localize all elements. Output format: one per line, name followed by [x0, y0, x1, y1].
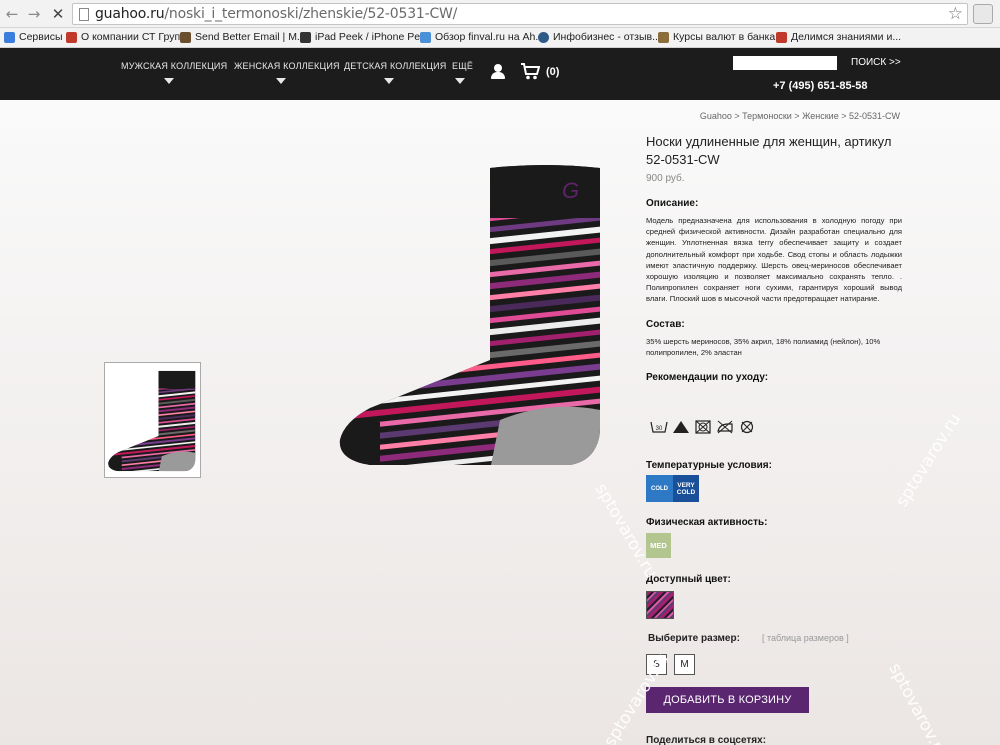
no-tumble-dry-icon [695, 420, 711, 434]
bookmark-item[interactable]: Инфобизнес - отзыв... [538, 31, 661, 43]
stop-icon[interactable]: ✕ [49, 5, 67, 23]
apps-icon [4, 31, 15, 43]
sock-thumbnail-image [108, 370, 196, 472]
size-table-link[interactable]: [ таблица размеров ] [762, 633, 849, 643]
brand-logo-icon: G [562, 178, 579, 203]
care-icons: 30 [650, 420, 756, 434]
bookmark-item[interactable]: Курсы валют в банка... [658, 31, 784, 43]
nav-women-collection[interactable]: ЖЕНСКАЯ КОЛЛЕКЦИЯ [234, 61, 340, 71]
page-icon [79, 8, 89, 21]
site-icon [300, 31, 311, 43]
wash-30-icon: 30 [650, 421, 668, 433]
size-button-m[interactable]: M [674, 654, 695, 675]
url-text[interactable]: guahoo.ru/noski_i_termonoski/zhenskie/52… [95, 6, 457, 22]
size-heading: Выберите размер: [648, 633, 740, 644]
search-input[interactable] [733, 56, 837, 70]
temperature-badge: COLD VERY COLD [646, 475, 699, 502]
composition-text: 35% шерсть мериносов, 35% акрил, 18% пол… [646, 336, 881, 357]
bookmark-label: Делимся знаниями и... [791, 31, 902, 43]
bookmark-item[interactable]: Делимся знаниями и... [776, 31, 901, 43]
bookmark-item[interactable]: Send Better Email | M... [180, 31, 306, 43]
product-info: Носки удлиненные для женщин, артикул 52-… [646, 133, 902, 383]
site-icon [66, 31, 77, 43]
nav-more[interactable]: ЕЩЁ [452, 61, 473, 71]
back-icon[interactable]: ← [3, 5, 21, 23]
temp-very-cold-badge: VERY COLD [673, 475, 699, 502]
cart-icon[interactable] [520, 62, 540, 80]
care-heading: Рекомендации по уходу: [646, 371, 769, 383]
color-heading: Доступный цвет: [646, 574, 731, 585]
site-icon [776, 31, 787, 43]
search-button[interactable]: ПОИСК >> [851, 57, 901, 68]
chevron-down-icon[interactable] [455, 78, 465, 84]
watermark: sptovarov.ru [884, 660, 952, 745]
product-page: Guahoo > Термоноски > Женские > 52-0531-… [0, 100, 1000, 745]
site-header: МУЖСКАЯ КОЛЛЕКЦИЯ ЖЕНСКАЯ КОЛЛЕКЦИЯ ДЕТС… [0, 48, 1000, 100]
chevron-down-icon[interactable] [164, 78, 174, 84]
bookmark-label: Курсы валют в банка... [673, 31, 784, 43]
product-thumbnail[interactable] [104, 362, 201, 478]
cart-count[interactable]: (0) [546, 66, 559, 78]
product-title: Носки удлиненные для женщин, артикул 52-… [646, 134, 892, 167]
bookmark-item[interactable]: О компании СТ Групп [66, 31, 186, 43]
bookmark-label: Обзор finval.ru на Ah... [435, 31, 545, 43]
site-icon [180, 31, 191, 43]
add-to-cart-button[interactable]: ДОБАВИТЬ В КОРЗИНУ [646, 687, 809, 713]
forward-icon[interactable]: → [25, 5, 43, 23]
nav-kids-collection[interactable]: ДЕТСКАЯ КОЛЛЕКЦИЯ [344, 61, 446, 71]
extension-icon[interactable] [973, 4, 993, 24]
product-main-image[interactable]: G [330, 160, 620, 470]
nav-men-collection[interactable]: МУЖСКАЯ КОЛЛЕКЦИЯ [121, 61, 227, 71]
watermark: sptovarov.ru [892, 410, 966, 511]
bookmark-label: О компании СТ Групп [81, 31, 186, 43]
browser-toolbar: ← → ✕ guahoo.ru/noski_i_termonoski/zhens… [0, 0, 1000, 28]
share-heading: Поделиться в соцсетях: [646, 735, 767, 745]
description-text: Модель предназначена для использования в… [646, 216, 902, 304]
site-icon [658, 31, 669, 43]
bookmark-item[interactable]: Обзор finval.ru на Ah... [420, 31, 544, 43]
site-icon [538, 31, 549, 43]
chevron-down-icon[interactable] [384, 78, 394, 84]
address-bar[interactable]: guahoo.ru/noski_i_termonoski/zhenskie/52… [72, 3, 968, 25]
chevron-down-icon[interactable] [276, 78, 286, 84]
temperature-heading: Температурные условия: [646, 460, 772, 471]
user-icon[interactable] [491, 64, 505, 80]
composition-heading: Состав: [646, 318, 685, 330]
temp-cold-badge: COLD [646, 475, 673, 502]
product-price: 900 руб. [646, 173, 685, 184]
wash-temp-text: 30 [656, 426, 663, 432]
bookmark-label: Send Better Email | M... [195, 31, 306, 43]
bookmark-item[interactable]: Сервисы [4, 31, 63, 43]
bookmarks-bar: Сервисы О компании СТ Групп Send Better … [0, 28, 1000, 48]
url-host: guahoo.ru [95, 6, 165, 22]
bookmark-label: iPad Peek / iPhone Pe... [315, 31, 429, 43]
no-bleach-icon [673, 421, 689, 433]
bookmark-item[interactable]: iPad Peek / iPhone Pe... [300, 31, 429, 43]
color-swatch[interactable] [646, 591, 674, 619]
bookmark-label: Инфобизнес - отзыв... [553, 31, 661, 43]
site-icon [420, 31, 431, 43]
url-path: /noski_i_termonoski/zhenskie/52-0531-CW/ [164, 6, 458, 22]
description-heading: Описание: [646, 198, 699, 209]
phone-number: +7 (495) 651-85-58 [773, 80, 868, 92]
breadcrumb[interactable]: Guahoo > Термоноски > Женские > 52-0531-… [700, 111, 900, 121]
no-iron-icon [717, 420, 733, 434]
bookmark-label: Сервисы [19, 31, 63, 43]
no-dry-clean-icon [740, 420, 754, 434]
activity-heading: Физическая активность: [646, 517, 768, 528]
bookmark-star-icon[interactable]: ☆ [948, 4, 963, 24]
